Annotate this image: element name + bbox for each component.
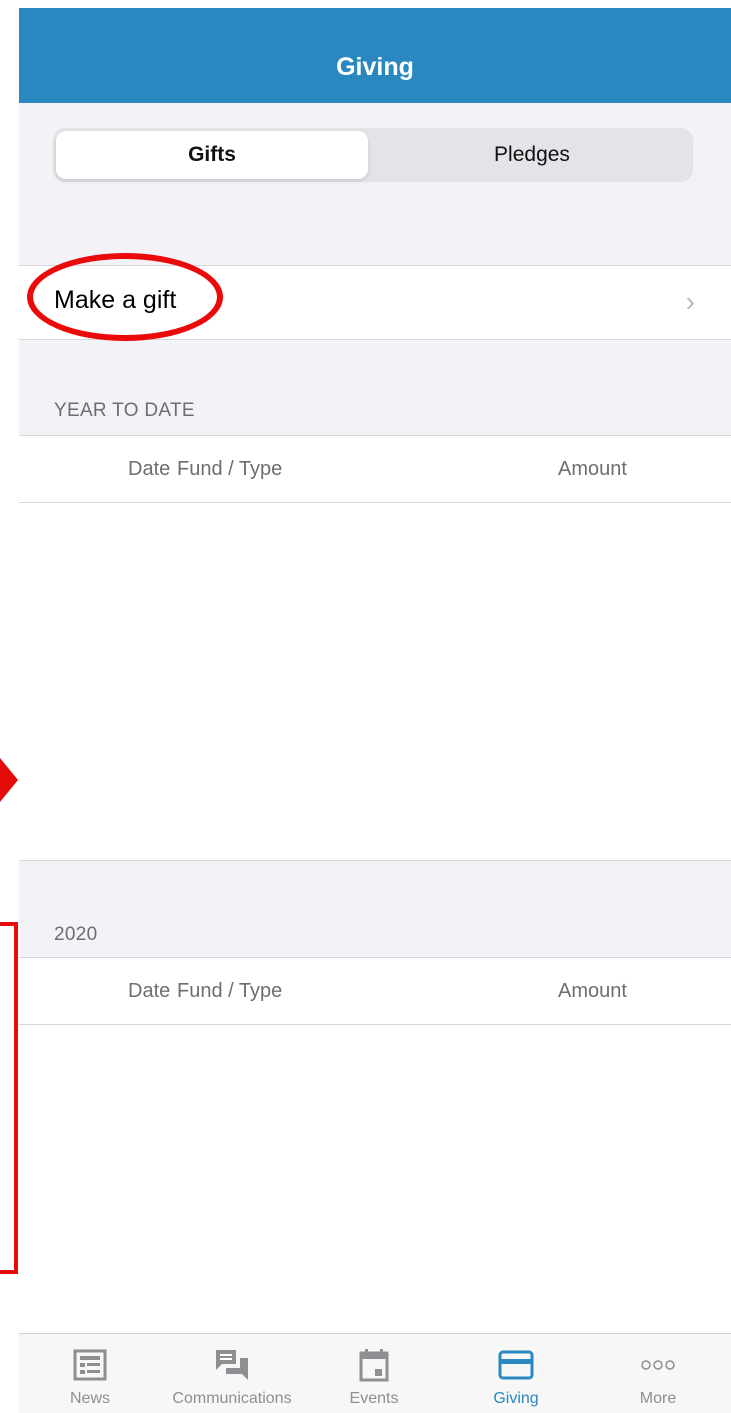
divider	[19, 860, 731, 861]
more-icon	[640, 1348, 676, 1382]
tab-giving-label: Giving	[493, 1390, 539, 1407]
card-icon	[498, 1348, 534, 1382]
app-screen: Giving Gifts Pledges Make a gift › YEAR …	[19, 8, 731, 1413]
nav-bar: Giving	[19, 8, 731, 103]
annotation-arrow	[0, 758, 18, 802]
tab-news[interactable]: News	[19, 1334, 161, 1413]
segmented-control: Gifts Pledges	[53, 128, 693, 182]
tab-giving[interactable]: Giving	[445, 1334, 587, 1413]
col-date: Date	[128, 458, 171, 480]
tab-events[interactable]: Events	[303, 1334, 445, 1413]
make-a-gift-label: Make a gift	[54, 286, 177, 314]
segment-gifts[interactable]: Gifts	[56, 131, 368, 179]
tab-events-label: Events	[349, 1390, 399, 1407]
segment-pledges[interactable]: Pledges	[376, 131, 688, 179]
col-fund-type: Fund / Type	[177, 458, 283, 480]
year-2020-column-headers: Date Fund / Type Amount	[19, 957, 731, 1025]
page-title: Giving	[336, 53, 414, 81]
tab-more[interactable]: More	[587, 1334, 729, 1413]
section-header-ytd: YEAR TO DATE	[54, 400, 195, 421]
tab-bar: News Communications Events Giving More	[19, 1333, 731, 1413]
chevron-right-icon: ›	[685, 286, 695, 317]
tab-more-label: More	[639, 1390, 677, 1407]
year-2020-panel: Date Fund / Type Amount	[19, 957, 731, 1333]
tab-communications-label: Communications	[172, 1390, 292, 1407]
chat-icon	[214, 1348, 250, 1382]
col-amount: Amount	[558, 458, 627, 480]
col-date: Date	[128, 980, 171, 1002]
section-header-2020: 2020	[54, 924, 98, 945]
col-amount: Amount	[558, 980, 627, 1002]
tab-news-label: News	[69, 1390, 110, 1407]
calendar-icon	[359, 1348, 389, 1382]
news-icon	[73, 1348, 107, 1382]
col-fund-type: Fund / Type	[177, 980, 283, 1002]
make-a-gift-row[interactable]: Make a gift ›	[19, 265, 731, 340]
ytd-column-headers: Date Fund / Type Amount	[19, 435, 731, 503]
annotation-bracket	[0, 922, 18, 1274]
ytd-panel: Date Fund / Type Amount	[19, 435, 731, 861]
tab-communications[interactable]: Communications	[161, 1334, 303, 1413]
